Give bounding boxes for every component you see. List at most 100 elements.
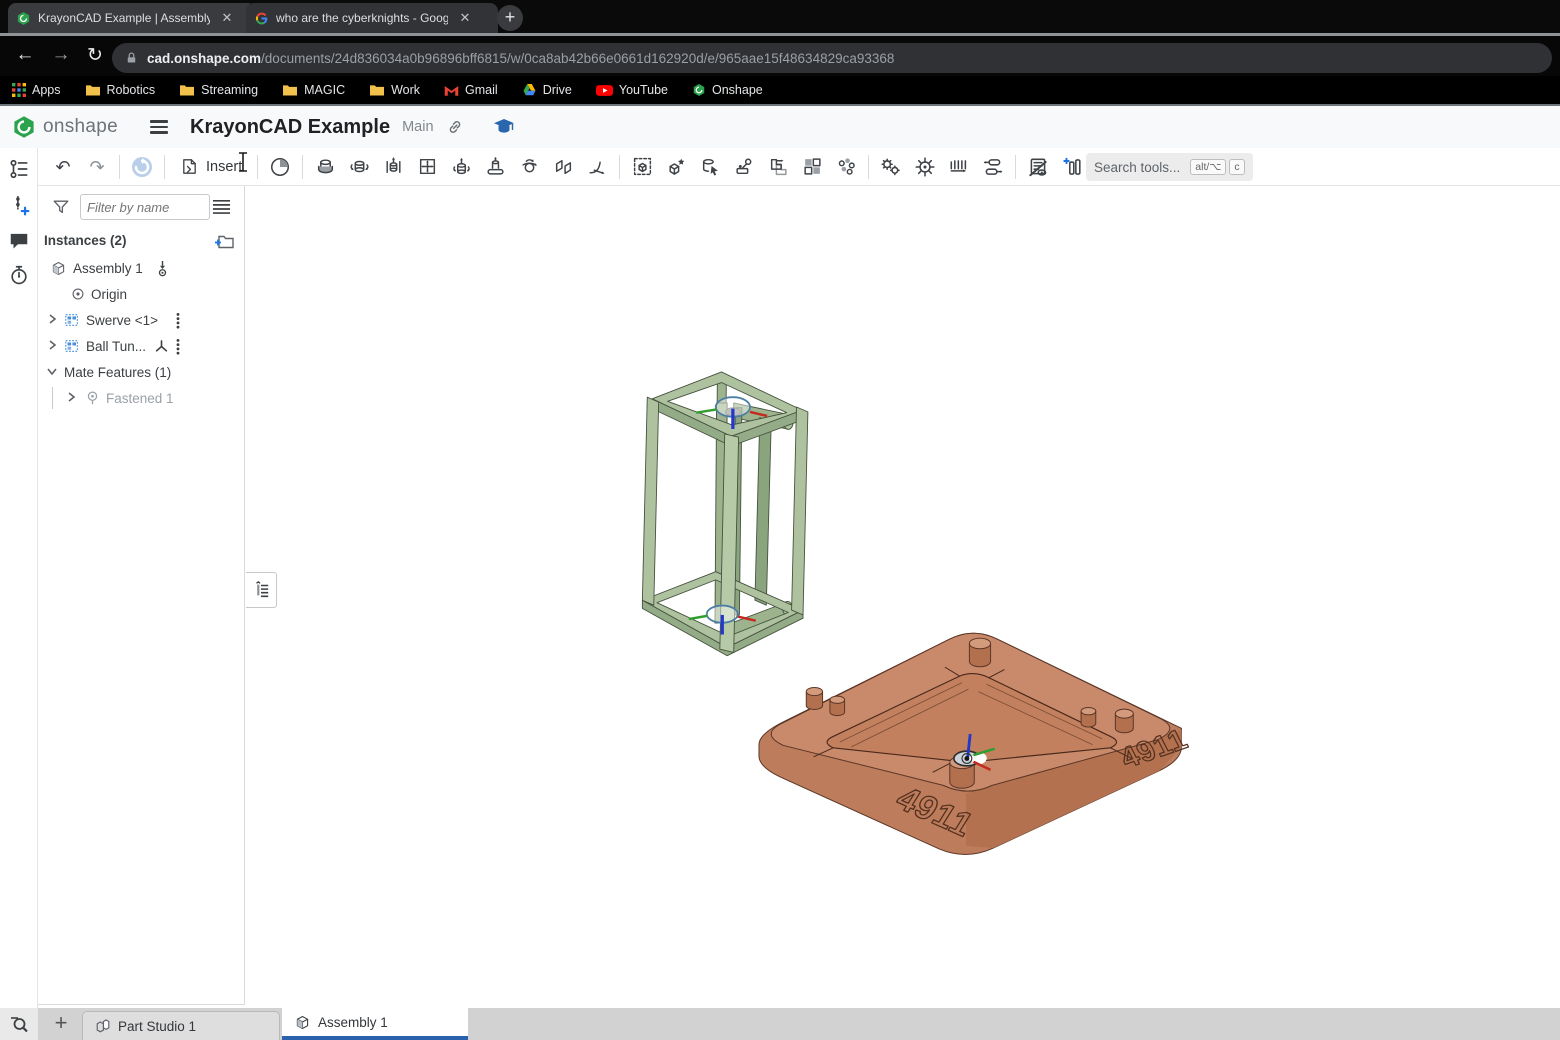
linear-pattern-icon[interactable] xyxy=(795,152,829,182)
mate-connector-icon[interactable] xyxy=(659,152,693,182)
bookmarks-bar: Apps Robotics Streaming MAGIC Work Gmail… xyxy=(0,76,1560,106)
toolbar-separator xyxy=(119,155,120,179)
tab-part-studio[interactable]: Part Studio 1 xyxy=(82,1011,280,1040)
revolute-mate-icon[interactable] xyxy=(342,152,376,182)
group-icon[interactable] xyxy=(625,152,659,182)
parallel-mate-icon[interactable] xyxy=(546,152,580,182)
url-host: cad.onshape.com xyxy=(147,51,261,66)
fastened-mate-icon[interactable] xyxy=(308,152,342,182)
select-part-icon[interactable] xyxy=(693,152,727,182)
tab-title: KrayonCAD Example | Assembly xyxy=(38,11,210,25)
assembly-toolbar: ↶ ↷ Insert xyxy=(38,148,1560,186)
bookmark-label: Drive xyxy=(543,83,572,97)
tangent-mate-icon[interactable] xyxy=(580,152,614,182)
tree-item-label: Origin xyxy=(91,287,127,302)
tab-title: who are the cyberknights - Goog xyxy=(276,11,448,25)
bookmark-label: Apps xyxy=(32,83,61,97)
bom-table-icon[interactable] xyxy=(1055,152,1089,182)
new-folder-icon[interactable] xyxy=(214,232,234,249)
bookmark-robotics[interactable]: Robotics xyxy=(85,83,156,97)
comments-icon[interactable] xyxy=(8,230,30,252)
workspace-name[interactable]: Main xyxy=(402,119,433,135)
filter-icon[interactable] xyxy=(52,198,70,216)
hide-instances-icon[interactable] xyxy=(1021,152,1055,182)
tree-item-fastened[interactable]: Fastened 1 xyxy=(38,386,245,410)
tab-close-icon[interactable]: ✕ xyxy=(456,9,474,27)
tree-item-origin[interactable]: Origin xyxy=(38,282,245,306)
bookmark-youtube[interactable]: YouTube xyxy=(596,83,668,97)
bookmark-magic[interactable]: MAGIC xyxy=(282,83,345,97)
left-panel-strip xyxy=(0,148,38,1008)
slider-mate-icon[interactable] xyxy=(376,152,410,182)
planar-mate-icon[interactable] xyxy=(410,152,444,182)
list-view-icon[interactable] xyxy=(212,199,231,215)
assembly-icon xyxy=(50,260,67,277)
url-bar[interactable]: cad.onshape.com /documents/24d836034a0b9… xyxy=(112,43,1552,73)
onshape-logo-icon xyxy=(12,115,36,139)
gear-relation-icon[interactable] xyxy=(874,152,908,182)
tree-item-swerve[interactable]: Swerve <1> xyxy=(38,308,245,332)
bookmark-work[interactable]: Work xyxy=(369,83,420,97)
google-favicon xyxy=(254,11,269,26)
learning-center-icon[interactable] xyxy=(494,119,514,136)
tree-item-label: Assembly 1 xyxy=(73,261,143,276)
new-tab-button[interactable]: + xyxy=(497,5,523,31)
onshape-logo[interactable]: onshape xyxy=(12,115,118,139)
update-in-context-icon[interactable] xyxy=(125,152,159,182)
tree-item-ball-tunnel[interactable]: Ball Tun... xyxy=(38,334,245,358)
collapse-chevron-icon[interactable] xyxy=(46,365,58,380)
expand-chevron-icon[interactable] xyxy=(46,313,58,328)
tab-close-icon[interactable]: ✕ xyxy=(218,9,236,27)
tab-assembly[interactable]: Assembly 1 xyxy=(282,1008,468,1040)
search-tools[interactable]: Search tools... alt/⌥ c xyxy=(1086,153,1253,181)
sprocket-relation-icon[interactable] xyxy=(908,152,942,182)
tree-item-label: Fastened 1 xyxy=(106,391,174,406)
tree-section-mate-features[interactable]: Mate Features (1) xyxy=(38,360,245,384)
reload-button[interactable]: ↻ xyxy=(82,44,108,67)
mate-button[interactable] xyxy=(263,152,297,182)
replicate-icon[interactable] xyxy=(761,152,795,182)
add-element-button[interactable]: + xyxy=(46,1008,76,1040)
pin-slot-mate-icon[interactable] xyxy=(478,152,512,182)
forward-button[interactable]: → xyxy=(48,44,74,66)
assembly-tree-icon[interactable] xyxy=(8,158,30,180)
youtube-icon xyxy=(596,84,613,97)
undo-button[interactable]: ↶ xyxy=(46,152,80,182)
snap-mode-icon[interactable] xyxy=(727,152,761,182)
bookmark-gmail[interactable]: Gmail xyxy=(444,83,498,97)
fixed-icon xyxy=(155,260,170,277)
instances-header: Instances (2) xyxy=(44,233,127,248)
folder-icon xyxy=(282,83,298,97)
add-mate-connector-icon[interactable] xyxy=(8,194,30,216)
exploded-view-icon[interactable] xyxy=(829,152,863,182)
browser-tab-google[interactable]: who are the cyberknights - Goog ✕ xyxy=(246,3,498,33)
tree-item-assembly[interactable]: Assembly 1 xyxy=(38,256,245,280)
cylindrical-mate-icon[interactable] xyxy=(444,152,478,182)
bookmark-drive[interactable]: Drive xyxy=(522,83,572,97)
features-flyout-button[interactable] xyxy=(246,572,277,608)
redo-button[interactable]: ↷ xyxy=(80,152,114,182)
browser-tab-onshape[interactable]: KrayonCAD Example | Assembly ✕ xyxy=(8,3,256,33)
instances-panel: Instances (2) Assembly 1 Origin xyxy=(38,186,245,1005)
expand-chevron-icon[interactable] xyxy=(46,339,58,354)
ball-mate-icon[interactable] xyxy=(512,152,546,182)
bookmark-apps[interactable]: Apps xyxy=(12,83,61,97)
filter-input[interactable] xyxy=(80,194,210,220)
mate-connector-dots-icon xyxy=(174,338,182,355)
lock-icon xyxy=(124,50,139,66)
screw-relation-icon[interactable] xyxy=(976,152,1010,182)
search-elements-zone[interactable] xyxy=(0,1008,38,1040)
graphics-viewport[interactable]: 4911 4911 xyxy=(245,186,1560,1008)
history-icon[interactable] xyxy=(8,264,30,286)
bookmark-streaming[interactable]: Streaming xyxy=(179,83,258,97)
tree-item-label: Swerve <1> xyxy=(86,313,158,328)
back-button[interactable]: ← xyxy=(12,44,38,66)
expand-chevron-icon[interactable] xyxy=(65,391,77,406)
bookmark-onshape[interactable]: Onshape xyxy=(692,83,763,97)
rack-pinion-relation-icon[interactable] xyxy=(942,152,976,182)
search-elements-icon xyxy=(9,1014,29,1034)
swerve-base-part[interactable]: 4911 4911 xyxy=(759,633,1193,854)
share-link-icon[interactable] xyxy=(446,118,464,136)
folder-icon xyxy=(85,83,101,97)
menu-icon[interactable] xyxy=(150,117,168,137)
